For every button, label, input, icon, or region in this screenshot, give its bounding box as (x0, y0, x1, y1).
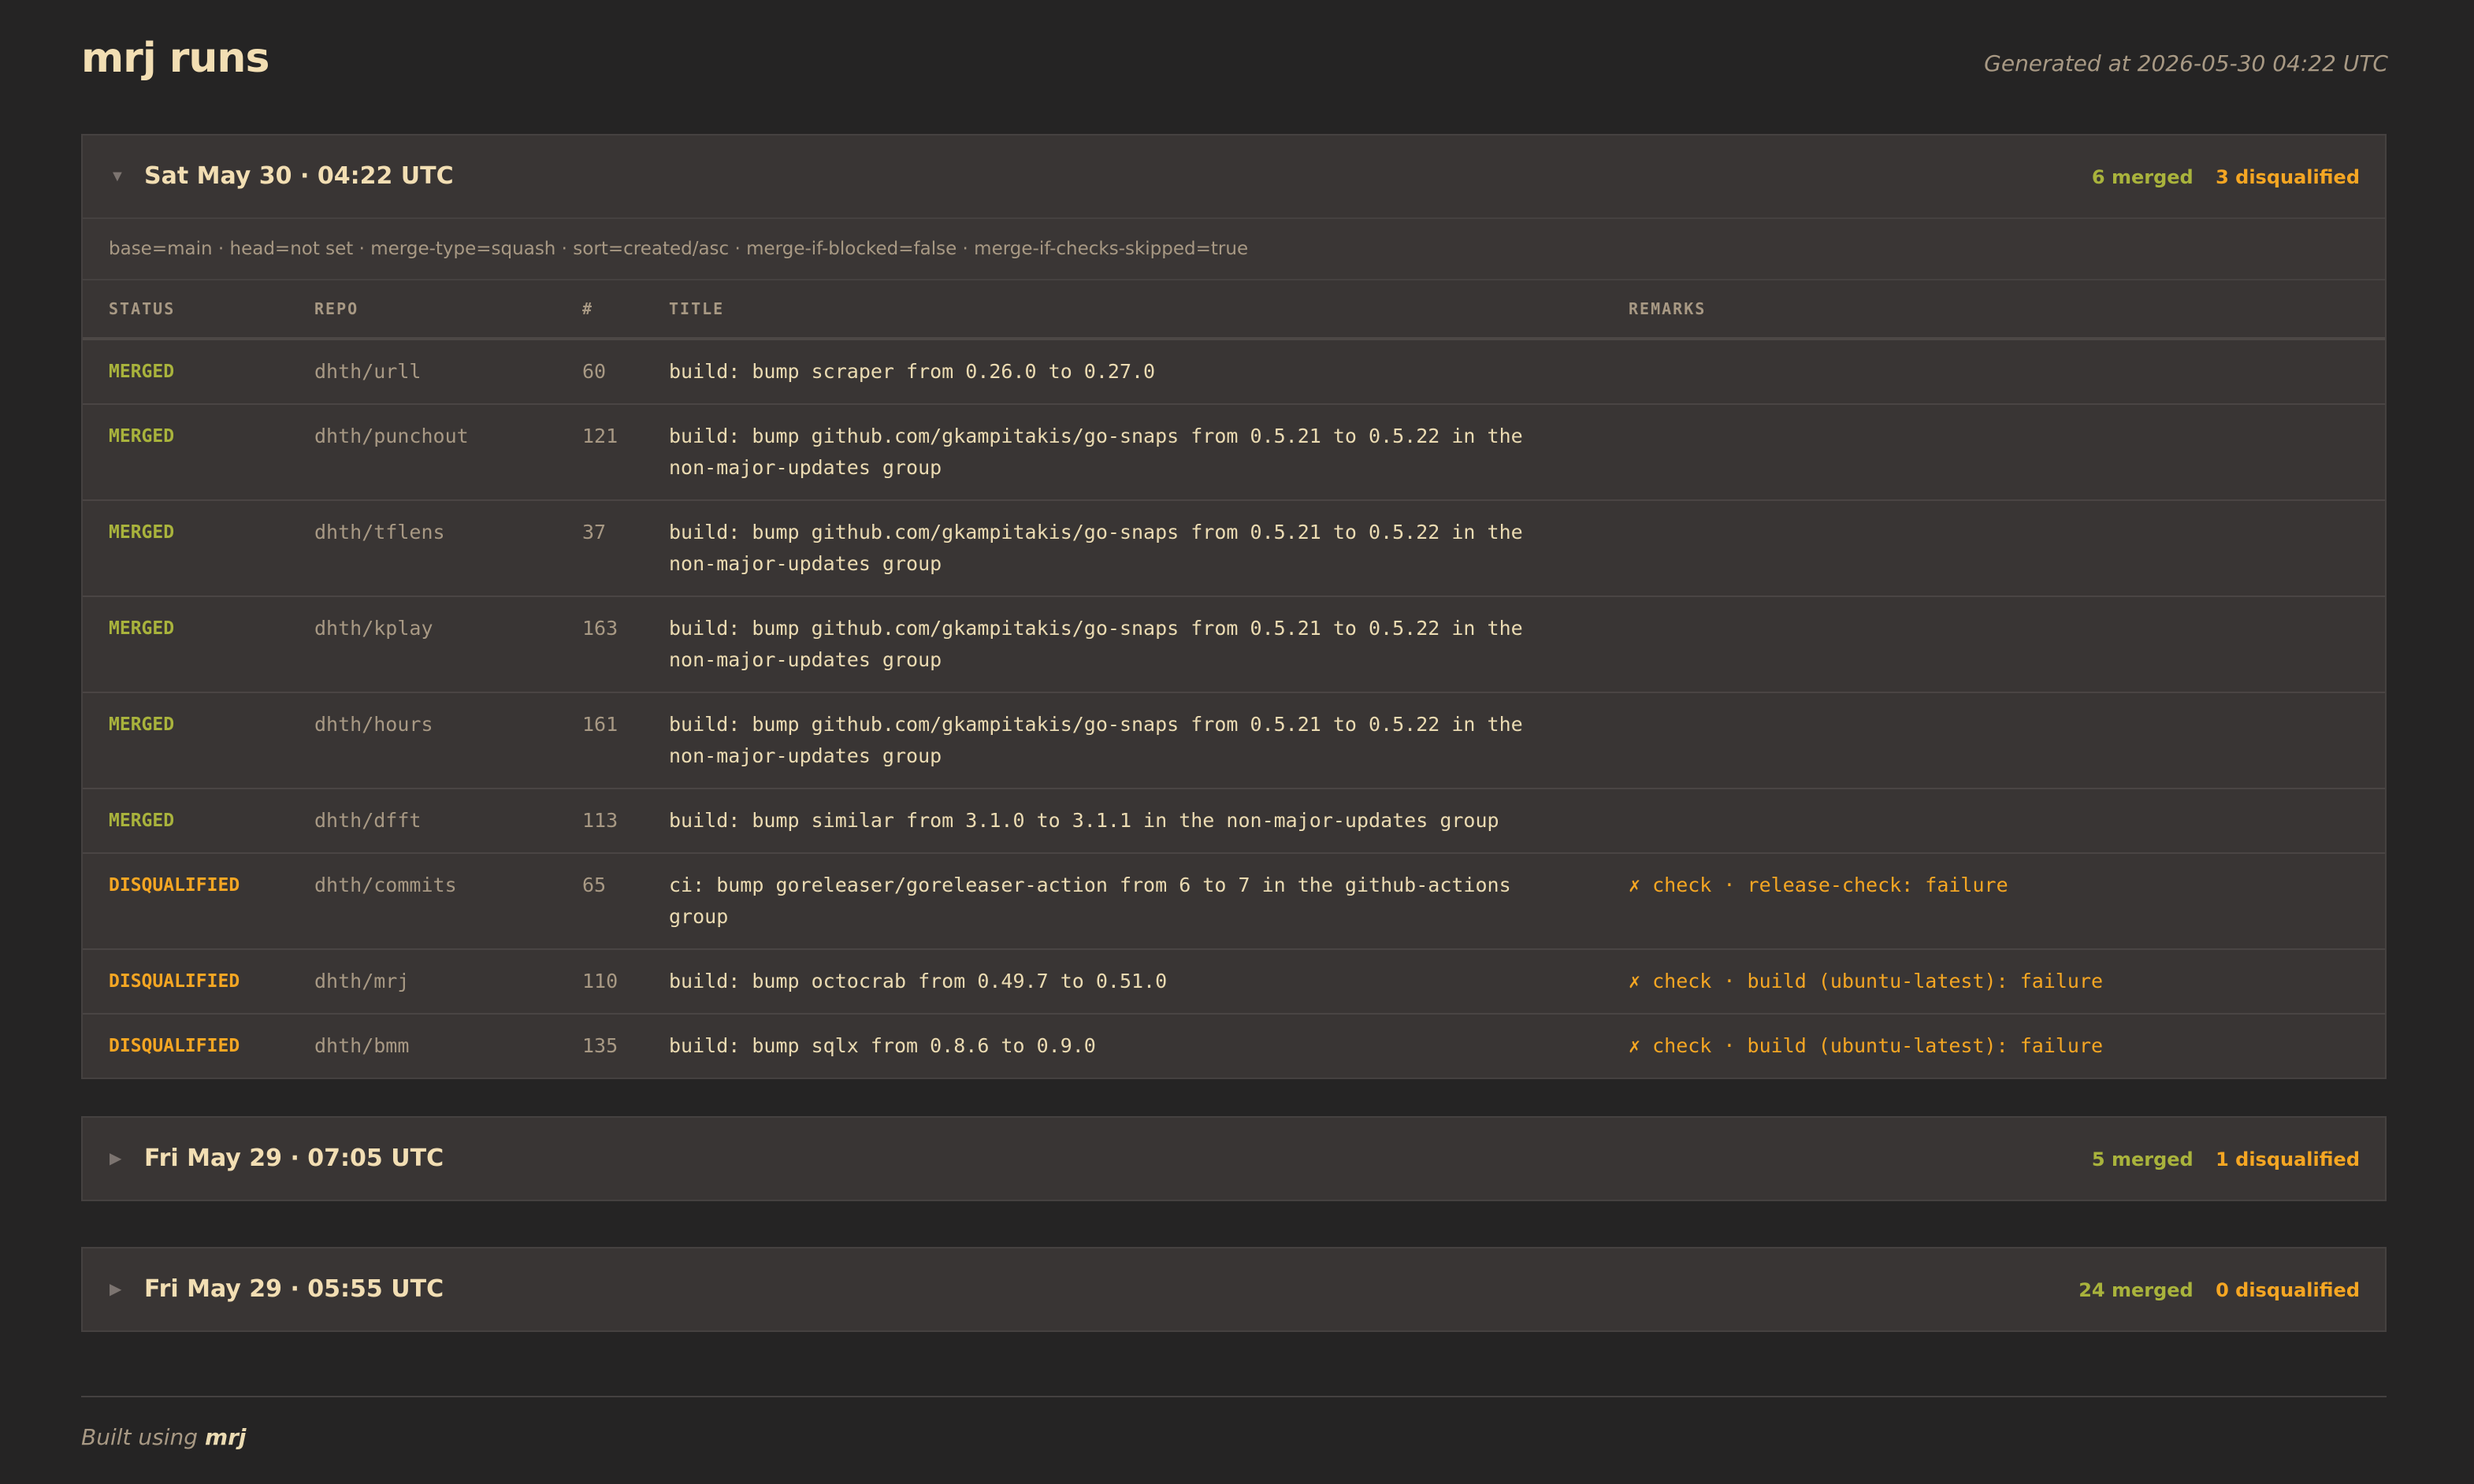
status-cell: MERGED (83, 596, 314, 693)
run-title: Sat May 30 · 04:22 UTC (144, 162, 454, 190)
disqualified-count: 0 disqualified (2216, 1279, 2360, 1301)
title-cell: build: bump github.com/gkampitakis/go-sn… (669, 404, 1629, 501)
footer: Built using mrj (81, 1424, 247, 1450)
run-counts: 24 merged 0 disqualified (2078, 1278, 2360, 1302)
title-cell: ci: bump goreleaser/goreleaser-action fr… (669, 853, 1629, 950)
table-row: MERGED dhth/kplay 163 build: bump github… (83, 596, 2385, 693)
pr-number-cell: 135 (582, 1034, 618, 1057)
repo-cell: dhth/mrj (314, 949, 582, 1015)
repo-cell: dhth/tflens (314, 500, 582, 597)
status-cell: DISQUALIFIED (83, 949, 314, 1015)
run-header[interactable]: ▶ Fri May 29 · 07:05 UTC 5 merged 1 disq… (83, 1118, 2385, 1200)
title-cell: build: bump sqlx from 0.8.6 to 0.9.0 (669, 1034, 1096, 1057)
caret-right-icon[interactable]: ▶ (110, 1278, 121, 1300)
results-body: MERGED dhth/urll 60 build: bump scraper … (83, 339, 2385, 1078)
title-cell: build: bump github.com/gkampitakis/go-sn… (669, 500, 1629, 597)
run-counts: 5 merged 1 disqualified (2092, 1148, 2360, 1171)
table-row: MERGED dhth/punchout 121 build: bump git… (83, 404, 2385, 501)
run-section: ▶ Fri May 29 · 05:55 UTC 24 merged 0 dis… (81, 1247, 2387, 1332)
remarks-cell: ✗ check · build (ubuntu-latest): failure (1629, 1034, 2104, 1057)
run-title: Fri May 29 · 05:55 UTC (144, 1275, 444, 1303)
caret-right-icon[interactable]: ▶ (110, 1148, 121, 1170)
pr-number-cell: 163 (582, 596, 669, 693)
merged-count: 6 merged (2091, 166, 2194, 188)
column-header-title: TITLE (669, 280, 1629, 340)
table-row: DISQUALIFIED dhth/commits 65 ci: bump go… (83, 853, 2385, 950)
footer-divider (81, 1396, 2387, 1397)
status-cell: MERGED (83, 692, 314, 789)
remarks-cell (1629, 500, 2385, 597)
title-cell: build: bump github.com/gkampitakis/go-sn… (669, 596, 1629, 693)
pr-number-cell: 37 (582, 500, 669, 597)
title-cell: build: bump similar from 3.1.0 to 3.1.1 … (669, 788, 1629, 854)
footer-brand-link[interactable]: mrj (205, 1424, 247, 1450)
page-title: mrj runs (81, 35, 269, 82)
repo-cell: dhth/urll (314, 339, 582, 405)
merged-count: 5 merged (2091, 1148, 2194, 1171)
pr-number-cell: 110 (582, 949, 669, 1015)
run-title: Fri May 29 · 07:05 UTC (144, 1145, 444, 1172)
title-cell: build: bump octocrab from 0.49.7 to 0.51… (669, 949, 1629, 1015)
status-cell: DISQUALIFIED (109, 1036, 240, 1056)
table-row: DISQUALIFIED dhth/mrj 110 build: bump oc… (83, 949, 2385, 1015)
repo-cell: dhth/commits (314, 853, 582, 950)
status-cell: MERGED (83, 500, 314, 597)
run-section: ▶ Fri May 29 · 07:05 UTC 5 merged 1 disq… (81, 1116, 2387, 1201)
repo-cell: dhth/kplay (314, 596, 582, 693)
footer-prefix: Built using (81, 1424, 199, 1450)
title-cell: build: bump github.com/gkampitakis/go-sn… (669, 692, 1629, 789)
run-config: base=main · head=not set · merge-type=sq… (83, 219, 2385, 280)
merged-count: 24 merged (2078, 1279, 2194, 1301)
pr-number-cell: 113 (582, 788, 669, 854)
run-header[interactable]: ▶ Fri May 29 · 05:55 UTC 24 merged 0 dis… (83, 1248, 2385, 1330)
remarks-cell (1629, 596, 2385, 693)
table-row: DISQUALIFIED dhth/bmm 135 build: bump sq… (83, 1014, 2385, 1078)
table-row: MERGED dhth/hours 161 build: bump github… (83, 692, 2385, 789)
status-cell: MERGED (83, 788, 314, 854)
title-cell: build: bump scraper from 0.26.0 to 0.27.… (669, 339, 1629, 405)
run-counts: 6 merged 3 disqualified (2092, 165, 2360, 189)
status-cell: DISQUALIFIED (83, 853, 314, 950)
remarks-cell (1629, 339, 2385, 405)
pr-number-cell: 121 (582, 404, 669, 501)
generated-timestamp: Generated at 2026-05-30 04:22 UTC (1984, 50, 2388, 76)
remarks-cell: ✗ check · release-check: failure (1629, 853, 2385, 950)
page: mrj runs Generated at 2026-05-30 04:22 U… (0, 0, 2474, 1484)
table-row: MERGED dhth/dfft 113 build: bump similar… (83, 788, 2385, 854)
page-header: mrj runs Generated at 2026-05-30 04:22 U… (81, 28, 2388, 91)
repo-cell: dhth/bmm (314, 1034, 410, 1057)
table-row: MERGED dhth/tflens 37 build: bump github… (83, 500, 2385, 597)
column-header-repo: REPO (314, 280, 582, 340)
pr-number-cell: 161 (582, 692, 669, 789)
remarks-cell (1629, 788, 2385, 854)
column-header-remarks: REMARKS (1629, 280, 2385, 340)
status-cell: MERGED (83, 339, 314, 405)
status-cell: MERGED (83, 404, 314, 501)
disqualified-count: 1 disqualified (2216, 1148, 2360, 1171)
results-table: STATUS REPO # TITLE REMARKS MERGED dhth/… (83, 280, 2385, 1078)
disqualified-count: 3 disqualified (2216, 166, 2360, 188)
pr-number-cell: 65 (582, 853, 669, 950)
column-header-number: # (582, 280, 669, 340)
column-header-status: STATUS (83, 280, 314, 340)
repo-cell: dhth/dfft (314, 788, 582, 854)
run-header[interactable]: ▼ Sat May 30 · 04:22 UTC 6 merged 3 disq… (83, 135, 2385, 219)
repo-cell: dhth/hours (314, 692, 582, 789)
table-row: MERGED dhth/urll 60 build: bump scraper … (83, 339, 2385, 405)
remarks-cell: ✗ check · build (ubuntu-latest): failure (1629, 949, 2385, 1015)
caret-down-icon[interactable]: ▼ (110, 165, 125, 187)
remarks-cell (1629, 404, 2385, 501)
run-section: ▼ Sat May 30 · 04:22 UTC 6 merged 3 disq… (81, 134, 2387, 1079)
repo-cell: dhth/punchout (314, 404, 582, 501)
pr-number-cell: 60 (582, 339, 669, 405)
table-header-row: STATUS REPO # TITLE REMARKS (83, 280, 2385, 340)
remarks-cell (1629, 692, 2385, 789)
